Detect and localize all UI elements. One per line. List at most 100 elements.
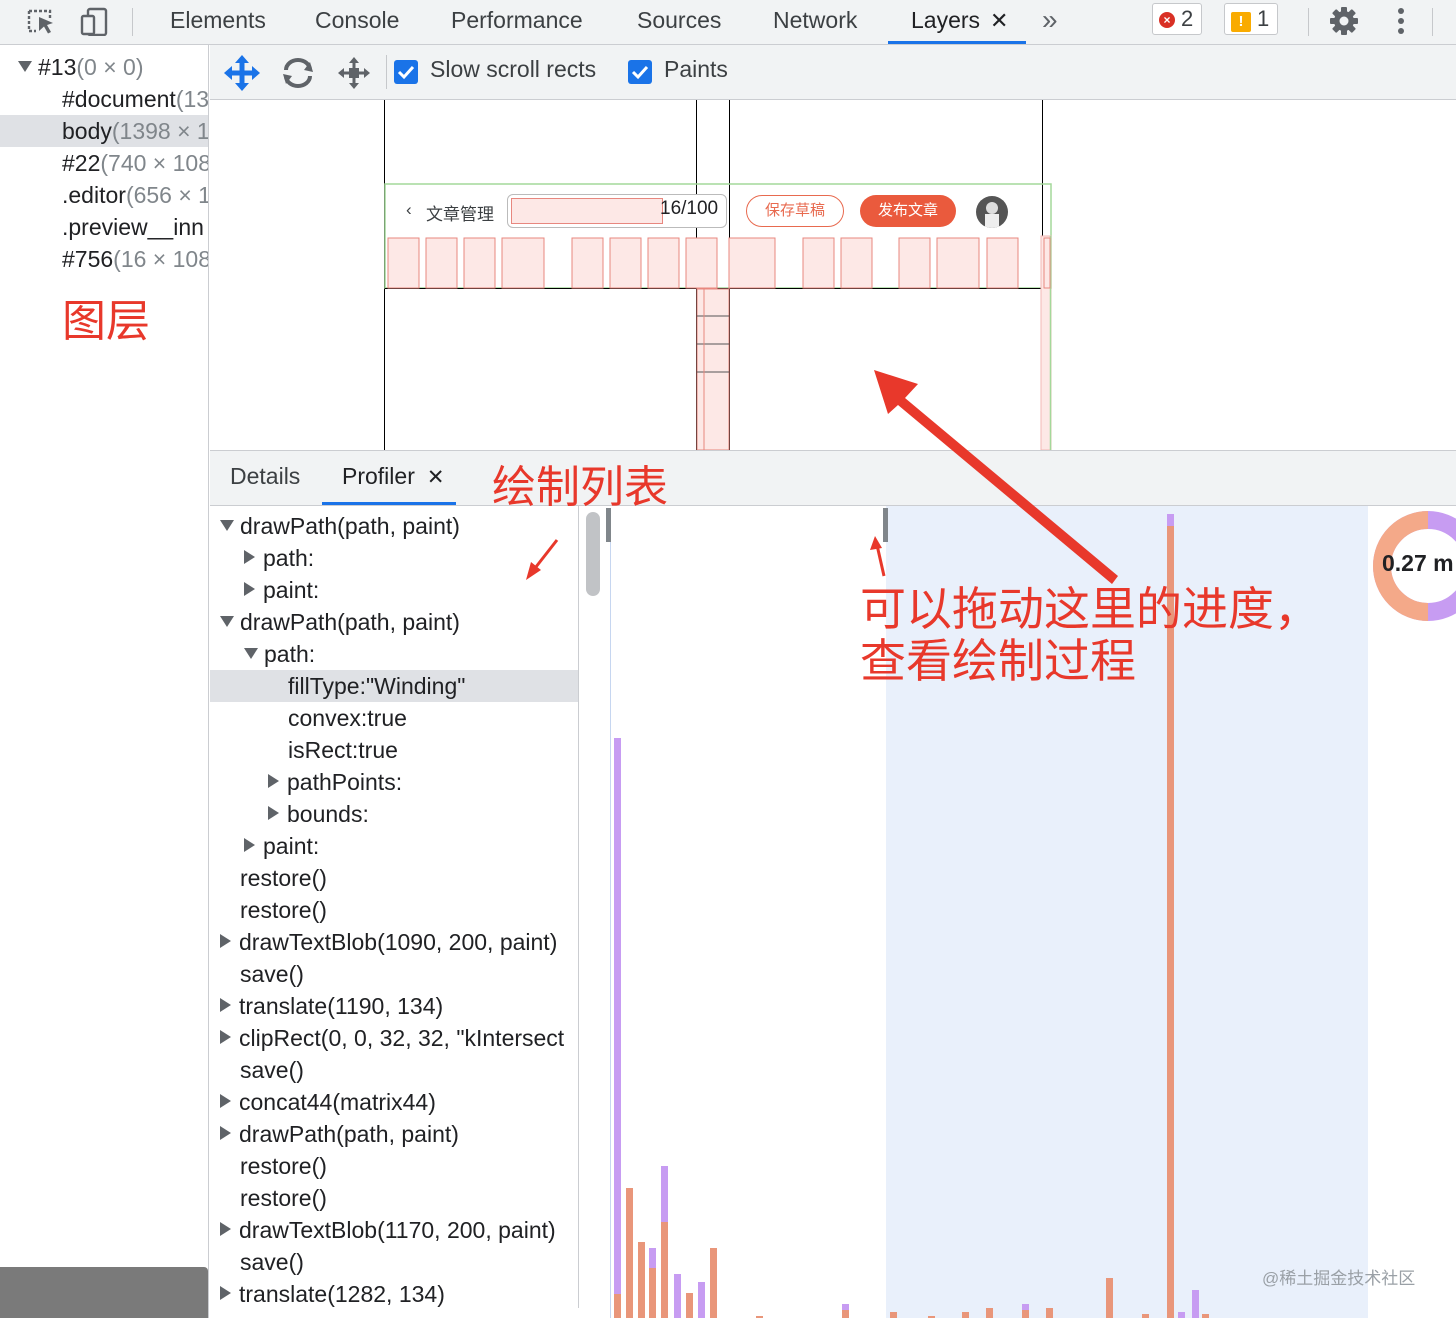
command-log-row[interactable]: path: xyxy=(210,542,578,574)
pan-mode-icon[interactable] xyxy=(224,55,260,91)
layer-dimensions: (656 × 1 xyxy=(125,182,209,208)
expand-triangle-icon[interactable] xyxy=(244,582,255,596)
expand-triangle-icon[interactable] xyxy=(244,550,255,564)
timeline-bar xyxy=(1202,1314,1209,1318)
timeline-bar xyxy=(698,1282,705,1318)
error-count-badge[interactable]: × 2 xyxy=(1152,3,1203,35)
expand-triangle-icon[interactable] xyxy=(220,1030,231,1044)
expand-triangle-icon[interactable] xyxy=(220,1286,231,1300)
expand-triangle-icon[interactable] xyxy=(220,1094,231,1108)
tab-elements[interactable]: Elements xyxy=(170,0,266,44)
paints-checkbox[interactable] xyxy=(628,60,652,84)
layer-tree-row[interactable]: #22(740 × 108 xyxy=(0,147,208,179)
layer-tree-row[interactable]: #13(0 × 0) xyxy=(0,51,208,83)
command-log-row[interactable]: paint: xyxy=(210,830,578,862)
command-text: restore() xyxy=(240,897,327,923)
command-log-row[interactable]: bounds: xyxy=(210,798,578,830)
layers-3d-view[interactable]: ‹ 文章管理 16/100 保存草稿 发布文章 xyxy=(210,100,1456,451)
tab-console[interactable]: Console xyxy=(315,0,399,44)
close-icon[interactable]: ✕ xyxy=(427,466,445,489)
command-log-row-selected[interactable]: fillType:"Winding" xyxy=(210,670,578,702)
command-text: translate(1190, 134) xyxy=(239,993,444,1019)
layer-name: #22 xyxy=(62,150,101,176)
timeline-bar xyxy=(1022,1310,1029,1318)
expand-triangle-icon[interactable] xyxy=(220,1126,231,1140)
annotation-layers: 图层 xyxy=(62,296,150,347)
toolbar-divider xyxy=(1308,8,1309,36)
paints-label[interactable]: Paints xyxy=(664,56,728,83)
command-log-row[interactable]: save() xyxy=(210,1246,578,1278)
command-log-row[interactable]: concat44(matrix44) xyxy=(210,1086,578,1118)
command-log-row[interactable]: convex:true xyxy=(210,702,578,734)
more-tabs-icon[interactable]: » xyxy=(1042,0,1058,44)
command-log-row[interactable]: restore() xyxy=(210,894,578,926)
expand-triangle-icon[interactable] xyxy=(220,998,231,1012)
kebab-menu-icon[interactable] xyxy=(1386,6,1416,36)
layer-tree-row[interactable]: #756(16 × 108 xyxy=(0,243,209,275)
layer-tree-row-selected[interactable]: body(1398 × 1 xyxy=(0,115,208,147)
watermark: @稀土掘金技术社区 xyxy=(1262,1269,1416,1288)
command-text: paint: xyxy=(263,577,320,603)
tab-layers-label: Layers xyxy=(911,7,981,33)
scrollbar-overlay[interactable] xyxy=(0,1267,208,1318)
pie-total-time: 0.27 m xyxy=(1382,550,1454,576)
command-log-row[interactable]: drawTextBlob(1090, 200, paint) xyxy=(210,926,578,958)
timeline-bar xyxy=(710,1248,717,1318)
command-log-row[interactable]: path: xyxy=(210,638,578,670)
command-log-row[interactable]: restore() xyxy=(210,1182,578,1214)
command-log-row[interactable]: save() xyxy=(210,1054,578,1086)
layer-tree-row[interactable]: .preview__inn xyxy=(0,211,208,243)
command-log-row[interactable]: restore() xyxy=(210,1150,578,1182)
command-text: save() xyxy=(240,961,304,987)
expand-triangle-icon[interactable] xyxy=(268,806,279,820)
expand-triangle-icon[interactable] xyxy=(220,1222,231,1236)
expand-triangle-icon[interactable] xyxy=(244,838,255,852)
expand-triangle-icon[interactable] xyxy=(18,61,32,72)
command-log-row[interactable]: paint: xyxy=(210,574,578,606)
tab-profiler[interactable]: Profiler ✕ xyxy=(342,463,444,490)
tab-details[interactable]: Details xyxy=(230,463,300,490)
command-log-row[interactable]: drawTextBlob(1170, 200, paint) xyxy=(210,1214,578,1246)
collapse-triangle-icon[interactable] xyxy=(244,648,258,659)
timeline-bar xyxy=(1178,1312,1185,1318)
expand-triangle-icon[interactable] xyxy=(268,774,279,788)
command-log-row[interactable]: save() xyxy=(210,958,578,990)
layer-tree-row[interactable]: #document(13 xyxy=(0,83,208,115)
command-log-row[interactable]: clipRect(0, 0, 32, 32, "kIntersect xyxy=(210,1022,578,1054)
timeline-bar xyxy=(1106,1278,1113,1318)
expand-triangle-icon[interactable] xyxy=(220,934,231,948)
close-icon[interactable]: ✕ xyxy=(990,8,1008,33)
timeline-bar xyxy=(674,1274,681,1318)
gear-icon[interactable] xyxy=(1326,6,1362,36)
warning-count-badge[interactable]: ! 1 xyxy=(1224,3,1279,35)
reset-transform-icon[interactable] xyxy=(336,55,372,91)
command-log-row[interactable]: translate(1282, 134) xyxy=(210,1278,578,1308)
layer-name: #13 xyxy=(38,54,77,80)
command-log-row[interactable]: drawPath(path, paint) xyxy=(210,1118,578,1150)
tab-sources[interactable]: Sources xyxy=(637,0,721,44)
slow-scroll-rects-checkbox[interactable] xyxy=(394,60,418,84)
command-log-row[interactable]: isRect:true xyxy=(210,734,578,766)
tab-network[interactable]: Network xyxy=(773,0,857,44)
timeline-bar xyxy=(1046,1308,1053,1318)
command-log-row[interactable]: translate(1190, 134) xyxy=(210,990,578,1022)
command-text: concat44(matrix44) xyxy=(239,1089,436,1115)
command-log-row[interactable]: drawPath(path, paint) xyxy=(210,510,578,542)
timeline-bar xyxy=(686,1293,693,1318)
tab-performance[interactable]: Performance xyxy=(451,0,583,44)
layer-tree-row[interactable]: .editor(656 × 1 xyxy=(0,179,209,211)
command-log-row[interactable]: restore() xyxy=(210,862,578,894)
device-toolbar-icon[interactable] xyxy=(78,6,112,37)
collapse-triangle-icon[interactable] xyxy=(220,616,234,627)
command-log-row[interactable]: pathPoints: xyxy=(210,766,578,798)
slow-scroll-rects-label[interactable]: Slow scroll rects xyxy=(430,56,596,83)
layer-dimensions: (16 × 108 xyxy=(113,246,209,272)
command-log-row[interactable]: drawPath(path, paint) xyxy=(210,606,578,638)
tab-layers[interactable]: Layers ✕ xyxy=(911,0,1008,44)
inspect-element-icon[interactable] xyxy=(24,6,58,36)
rotate-mode-icon[interactable] xyxy=(280,55,316,91)
command-log-scrollbar[interactable] xyxy=(586,512,600,596)
command-text: drawPath(path, paint) xyxy=(240,609,460,635)
timeline-bar xyxy=(986,1308,993,1318)
collapse-triangle-icon[interactable] xyxy=(220,520,234,531)
